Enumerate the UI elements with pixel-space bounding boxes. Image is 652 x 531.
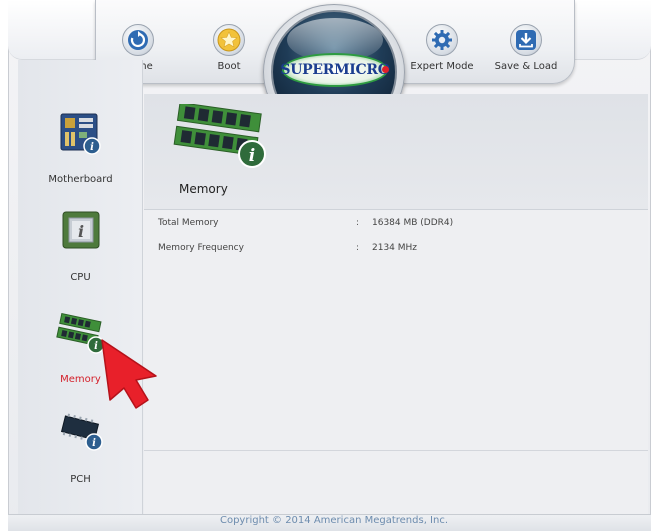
sidebar-item-cpu[interactable]: i CPU [18, 210, 143, 283]
svg-text:i: i [92, 438, 96, 449]
motherboard-icon: i [60, 113, 101, 155]
cpu-icon: i [62, 211, 99, 249]
svg-text:i: i [94, 341, 98, 352]
refresh-icon [122, 24, 154, 56]
logo-dot [382, 66, 389, 73]
memory-frequency-value: 2134 MHz [372, 243, 418, 253]
nav-expert-mode-label: Expert Mode [410, 61, 474, 72]
total-memory-value: 16384 MB (DDR4) [372, 218, 454, 228]
sidebar-item-pch[interactable]: i PCH [18, 412, 143, 485]
sidebar: i Motherboard i CPU i Memory i PCH [18, 60, 143, 520]
svg-text:i: i [90, 142, 94, 153]
nav-save-load-button[interactable]: Save & Load [486, 18, 566, 80]
divider [144, 450, 648, 451]
memory-frequency-separator: : [356, 243, 360, 253]
pch-icon: i [60, 413, 103, 451]
supermicro-logo: SUPERMICRO [280, 53, 390, 87]
nav-expert-mode-button[interactable]: Expert Mode [402, 18, 482, 80]
svg-text:i: i [249, 146, 255, 166]
memory-header-icon: i [173, 104, 266, 168]
sidebar-label-cpu: CPU [70, 272, 91, 283]
sidebar-label-pch: PCH [70, 474, 91, 485]
nav-boot-button[interactable]: Boot [189, 18, 269, 80]
gear-icon [426, 24, 458, 56]
svg-text:i: i [77, 222, 83, 241]
page-title: Memory [179, 182, 228, 196]
nav-boot-label: Boot [217, 61, 241, 72]
logo-text: SUPERMICRO [280, 62, 390, 78]
total-memory-label: Total Memory [158, 218, 219, 228]
main-panel: i Memory Total Memory : 16384 MB (DDR4) … [144, 94, 648, 516]
main-header: i Memory [144, 94, 648, 210]
total-memory-separator: : [356, 218, 360, 228]
copyright-text: Copyright © 2014 American Megatrends, In… [219, 515, 449, 526]
sidebar-item-motherboard[interactable]: i Motherboard [18, 112, 143, 185]
download-icon [510, 24, 542, 56]
sidebar-label-motherboard: Motherboard [48, 174, 113, 185]
red-arrow-pointer-icon [101, 339, 157, 409]
star-icon [213, 24, 245, 56]
memory-frequency-label: Memory Frequency [158, 243, 244, 253]
nav-save-load-label: Save & Load [494, 61, 558, 72]
